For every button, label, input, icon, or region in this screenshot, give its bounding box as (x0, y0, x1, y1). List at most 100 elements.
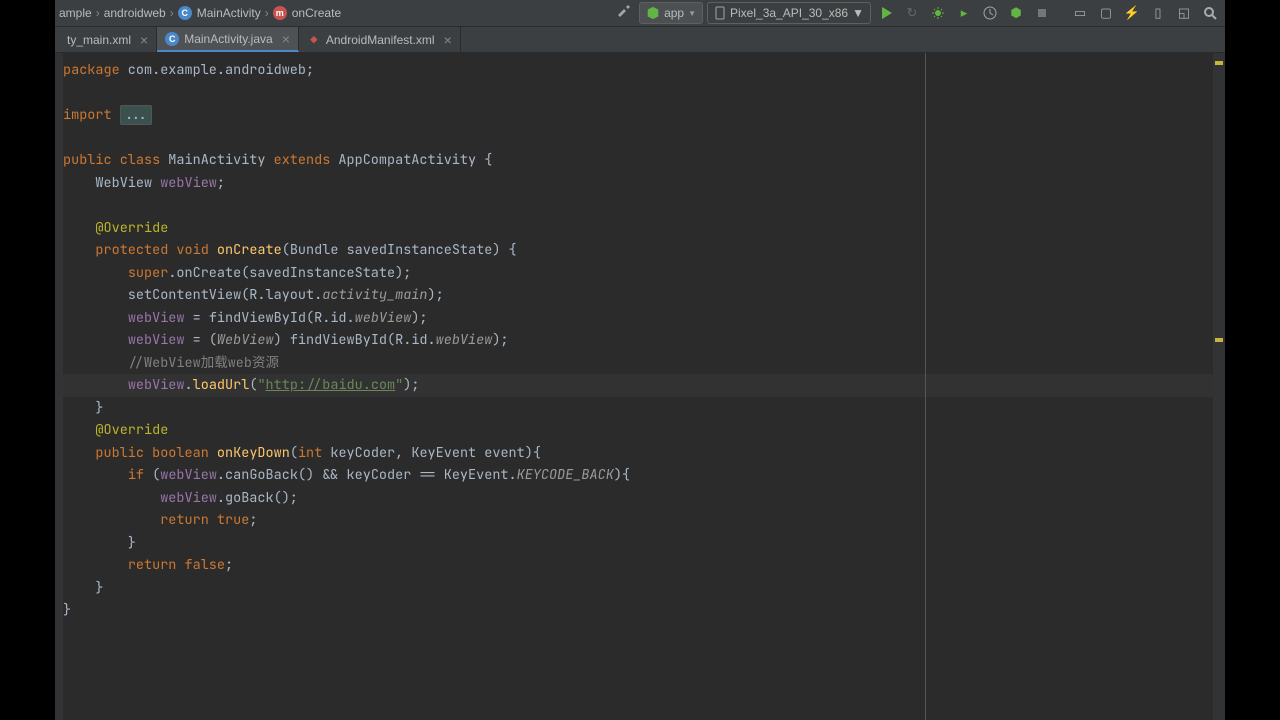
debug-button[interactable] (927, 2, 949, 24)
chevron-down-icon: ▼ (688, 9, 696, 18)
code-token: ) findViewById(R.id. (274, 331, 436, 349)
apply-changes-icon[interactable]: ↻ (901, 2, 923, 24)
code-token (63, 309, 128, 327)
tab-mainactivity[interactable]: C MainActivity.java × (157, 27, 299, 52)
breadcrumb-item[interactable]: androidweb (104, 6, 166, 20)
device-label: Pixel_3a_API_30_x86 (730, 6, 848, 20)
code-token: ( (290, 444, 298, 462)
close-icon[interactable]: × (282, 31, 290, 47)
code-token: if (128, 466, 144, 484)
code-token: = findViewById(R.id. (185, 309, 355, 327)
search-icon[interactable] (1199, 2, 1221, 24)
code-token: } (63, 579, 104, 597)
sdk-manager-icon[interactable]: ▢ (1095, 2, 1117, 24)
warning-marker[interactable] (1215, 61, 1223, 65)
code-token: com.example.androidweb; (120, 61, 314, 79)
code-token (63, 421, 95, 439)
code-token: } (63, 399, 104, 417)
tab-label: ty_main.xml (67, 33, 131, 47)
close-icon[interactable]: × (140, 32, 148, 48)
run-button[interactable] (875, 2, 897, 24)
code-token: super (128, 264, 169, 282)
code-token: activity_main (322, 286, 427, 304)
code-token: ); (411, 309, 427, 327)
code-token: return false (128, 556, 225, 574)
code-token (63, 264, 128, 282)
code-token: webView (160, 174, 217, 192)
hammer-icon[interactable] (613, 2, 635, 24)
code-token: @Override (95, 219, 168, 237)
code-token: http://baidu.com (266, 376, 396, 394)
code-token: public class (63, 151, 160, 169)
profiler-icon[interactable] (979, 2, 1001, 24)
code-token: ){ (614, 466, 630, 484)
tab-label: MainActivity.java (184, 32, 272, 46)
attach-debugger-icon[interactable]: ⬢ (1005, 2, 1027, 24)
coverage-icon[interactable]: ▸ (953, 2, 975, 24)
code-token: webView (128, 331, 185, 349)
code-token: setContentView(R.layout. (63, 286, 322, 304)
close-icon[interactable]: × (444, 32, 452, 48)
chevron-down-icon: ▼ (852, 6, 864, 20)
chevron-right-icon: › (170, 6, 174, 20)
avd-manager-icon[interactable]: ▭ (1069, 2, 1091, 24)
code-token: WebView (63, 174, 160, 192)
breadcrumb-item[interactable]: ample (59, 6, 92, 20)
code-token (209, 444, 217, 462)
code-token: webView (128, 376, 185, 394)
code-token (63, 511, 160, 529)
code-token: MainActivity (160, 151, 273, 169)
device-dropdown[interactable]: Pixel_3a_API_30_x86 ▼ (707, 2, 871, 24)
code-token: webView (355, 309, 412, 327)
chevron-right-icon: › (265, 6, 269, 20)
fold-indicator[interactable]: ... (120, 105, 152, 125)
breadcrumb-item[interactable]: MainActivity (197, 6, 261, 20)
code-token: ); (403, 376, 419, 394)
code-token: onKeyDown (217, 444, 290, 462)
code-token (63, 354, 128, 372)
code-token (63, 241, 95, 259)
column-guide (925, 53, 926, 720)
sync-icon[interactable]: ◱ (1173, 2, 1195, 24)
chevron-right-icon: › (96, 6, 100, 20)
error-stripe[interactable] (1213, 53, 1225, 720)
code-token (63, 331, 128, 349)
code-token: KEYCODE_BACK (517, 466, 614, 484)
breadcrumb[interactable]: ample › androidweb › C MainActivity › m … (59, 6, 613, 20)
resource-manager-icon[interactable]: ⚡ (1121, 2, 1143, 24)
code-token: webView (160, 466, 217, 484)
tab-manifest[interactable]: ◆ AndroidManifest.xml × (299, 27, 461, 52)
ide-window: ample › androidweb › C MainActivity › m … (55, 0, 1225, 720)
code-token: protected void (95, 241, 208, 259)
device-manager-icon[interactable]: ▯ (1147, 2, 1169, 24)
editor-area[interactable]: package com.example.androidweb; import .… (55, 53, 1225, 720)
code-token: } (63, 534, 136, 552)
code-token: .onCreate(savedInstanceState); (168, 264, 411, 282)
code-token: return true (160, 511, 249, 529)
code-token: onCreate (217, 241, 282, 259)
code-token: loadUrl (193, 376, 250, 394)
java-class-icon: C (165, 32, 179, 46)
breadcrumb-item[interactable]: onCreate (292, 6, 341, 20)
code-token: import (63, 106, 112, 124)
code-token: webView (160, 489, 217, 507)
code-token: = ( (185, 331, 217, 349)
code-token: .goBack(); (217, 489, 298, 507)
code-token: ); (492, 331, 508, 349)
code-token: public boolean (95, 444, 208, 462)
gutter[interactable] (55, 53, 63, 720)
code-editor[interactable]: package com.example.androidweb; import .… (63, 53, 1213, 720)
current-line: webView.loadUrl("http://baidu.com"); (63, 374, 1213, 397)
code-token: int (298, 444, 322, 462)
xml-file-icon: ◆ (307, 33, 321, 47)
warning-marker[interactable] (1215, 338, 1223, 342)
run-config-dropdown[interactable]: app ▼ (639, 2, 703, 24)
class-icon: C (178, 6, 192, 20)
config-label: app (664, 6, 684, 20)
code-token: @Override (95, 421, 168, 439)
toolbar: app ▼ Pixel_3a_API_30_x86 ▼ ↻ ▸ ⬢ ▭ ▢ ⚡ … (613, 2, 1221, 24)
tab-main-xml[interactable]: ty_main.xml × (59, 27, 157, 52)
stop-button[interactable] (1031, 2, 1053, 24)
code-token: ; (249, 511, 257, 529)
code-token: .canGoBack() && keyCoder == KeyEvent. (217, 466, 517, 484)
